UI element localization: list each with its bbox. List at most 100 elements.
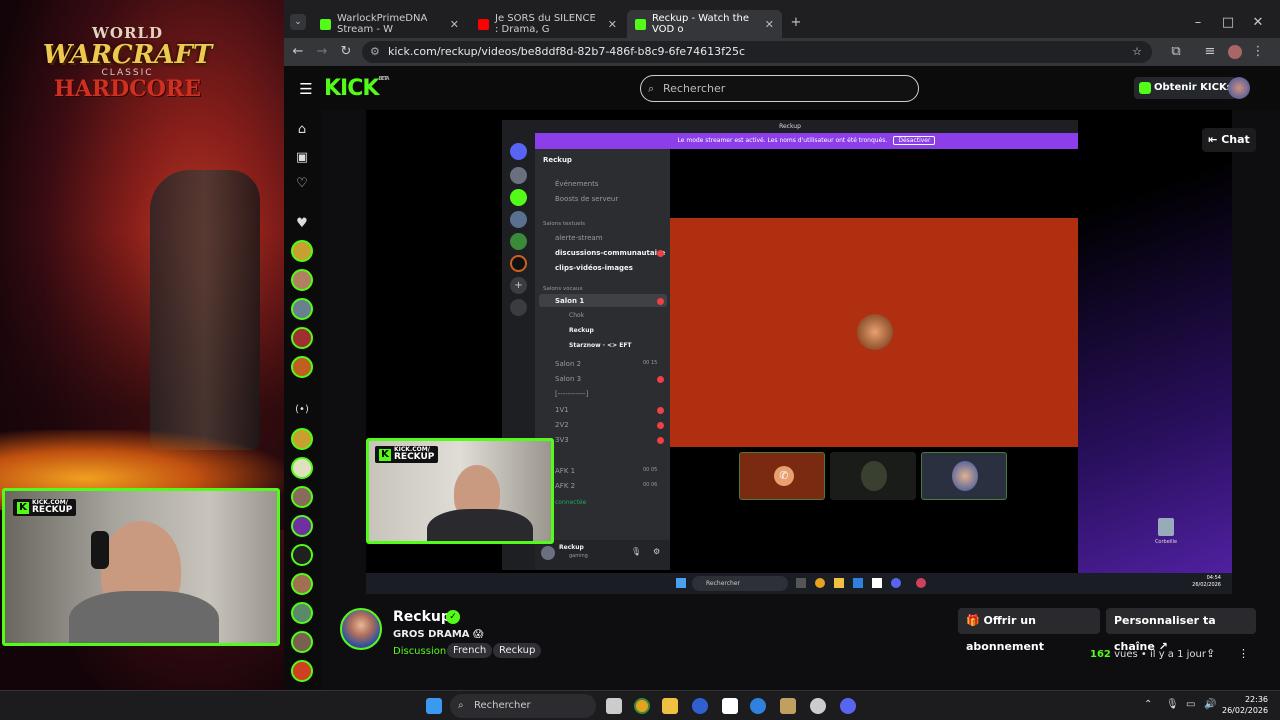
boosts-item[interactable]: Boosts de serveur bbox=[555, 195, 618, 203]
channel-name[interactable]: Reckup bbox=[393, 609, 451, 625]
text-channel-item[interactable]: clips-vidéos-images bbox=[555, 264, 633, 272]
app-icon[interactable] bbox=[692, 698, 708, 714]
recommended-channel-avatar[interactable] bbox=[291, 515, 313, 537]
add-server-icon[interactable]: + bbox=[510, 277, 527, 294]
disable-streamer-mode-button[interactable]: Désactiver bbox=[893, 136, 936, 145]
maximize-button[interactable]: □ bbox=[1220, 15, 1236, 30]
recommended-channel-avatar[interactable] bbox=[291, 544, 313, 566]
close-window-button[interactable]: ✕ bbox=[1250, 15, 1266, 30]
start-icon[interactable] bbox=[426, 698, 442, 714]
server-name[interactable]: Reckup bbox=[543, 156, 572, 164]
taskbar-clock[interactable]: 22:36 26/02/2026 bbox=[1222, 694, 1268, 716]
show-hidden-icons-chevron[interactable]: ⌃ bbox=[1144, 699, 1152, 710]
events-item[interactable]: Événements bbox=[555, 180, 599, 188]
text-channel-item[interactable]: discussions-communautaire bbox=[555, 249, 665, 257]
app-icon[interactable] bbox=[810, 698, 826, 714]
voice-channel-item[interactable]: Salon 3 bbox=[555, 375, 581, 383]
tab-warlockprime[interactable]: WarlockPrimeDNA Stream - W ✕ bbox=[312, 10, 467, 38]
followed-channel-avatar[interactable] bbox=[291, 327, 313, 349]
voice-channel-item[interactable]: 1V1 bbox=[555, 406, 569, 414]
recommended-channel-avatar[interactable] bbox=[291, 660, 313, 682]
channel-avatar[interactable] bbox=[340, 608, 382, 650]
site-info-icon[interactable]: ⚙ bbox=[370, 41, 380, 63]
discord-home-icon[interactable] bbox=[510, 143, 527, 160]
server-icon[interactable] bbox=[510, 211, 527, 228]
participant-tile[interactable] bbox=[830, 452, 916, 500]
voice-member[interactable]: Reckup bbox=[569, 327, 594, 334]
server-icon[interactable] bbox=[510, 255, 527, 272]
search-input[interactable]: ⌕ Rechercher bbox=[640, 75, 919, 102]
recommended-channel-avatar[interactable] bbox=[291, 602, 313, 624]
tab-youtube[interactable]: Je SORS du SILENCE : Drama, G ✕ bbox=[470, 10, 625, 38]
recommended-channel-avatar[interactable] bbox=[291, 573, 313, 595]
app-icon[interactable] bbox=[750, 698, 766, 714]
tab-reckup-vod[interactable]: Reckup - Watch the VOD o ✕ bbox=[627, 10, 782, 38]
voice-channels-category[interactable]: Salons vocaux bbox=[543, 286, 583, 292]
minimize-button[interactable]: – bbox=[1190, 15, 1206, 30]
recommended-channel-avatar[interactable] bbox=[291, 631, 313, 653]
extensions-icon[interactable]: ⧉ bbox=[1168, 44, 1184, 59]
forward-icon[interactable]: → bbox=[314, 44, 330, 59]
network-icon[interactable]: ▭ bbox=[1186, 699, 1195, 710]
voice-channel-item[interactable]: 3V3 bbox=[555, 436, 569, 444]
bookmark-star-icon[interactable]: ☆ bbox=[1132, 41, 1142, 63]
reload-icon[interactable]: ↻ bbox=[338, 44, 354, 59]
stream-tag[interactable]: Reckup bbox=[493, 643, 542, 658]
settings-gear-icon[interactable]: ⚙ bbox=[653, 547, 660, 556]
close-tab-icon[interactable]: ✕ bbox=[450, 18, 459, 31]
recommended-channel-avatar[interactable] bbox=[291, 428, 313, 450]
more-options-icon[interactable]: ⋮ bbox=[1238, 647, 1249, 660]
voice-channel-item[interactable]: AFK 2 bbox=[555, 482, 575, 490]
followed-channel-avatar[interactable] bbox=[291, 240, 313, 262]
chat-toggle-button[interactable]: ⇤ Chat bbox=[1202, 128, 1256, 152]
task-view-icon[interactable] bbox=[606, 698, 622, 714]
tab-search-button[interactable]: ⌄ bbox=[290, 14, 306, 30]
followed-channel-avatar[interactable] bbox=[291, 356, 313, 378]
browse-icon[interactable]: ▣ bbox=[292, 150, 312, 165]
back-icon[interactable]: ← bbox=[290, 44, 306, 59]
voice-channel-item[interactable]: AFK 1 bbox=[555, 467, 575, 475]
chrome-icon[interactable] bbox=[634, 698, 650, 714]
voice-channel-item[interactable]: 2V2 bbox=[555, 421, 569, 429]
voice-channel-item[interactable]: [-----------] bbox=[555, 390, 588, 398]
customize-channel-button[interactable]: Personnaliser ta chaîne ↗ bbox=[1106, 608, 1256, 653]
close-tab-icon[interactable]: ✕ bbox=[765, 18, 774, 31]
text-channels-category[interactable]: Salons textuels bbox=[543, 221, 585, 227]
microphone-icon[interactable]: 🎙 bbox=[1166, 699, 1179, 710]
server-icon[interactable] bbox=[510, 233, 527, 250]
wow-icon[interactable] bbox=[780, 698, 796, 714]
profile-avatar[interactable] bbox=[1228, 45, 1242, 59]
gift-subscription-button[interactable]: 🎁 Offrir un abonnement bbox=[958, 608, 1100, 653]
volume-icon[interactable]: 🔊 bbox=[1204, 699, 1216, 710]
new-tab-button[interactable]: + bbox=[788, 15, 804, 30]
recommended-channel-avatar[interactable] bbox=[291, 486, 313, 508]
discord-icon[interactable] bbox=[840, 698, 856, 714]
get-kicks-button[interactable]: Obtenir KICKs bbox=[1134, 77, 1236, 99]
server-icon[interactable] bbox=[510, 189, 527, 206]
text-channel-item[interactable]: alerte-stream bbox=[555, 234, 603, 242]
discover-icon[interactable] bbox=[510, 299, 527, 316]
user-avatar[interactable] bbox=[1228, 77, 1250, 99]
hamburger-menu-icon[interactable]: ☰ bbox=[298, 80, 314, 98]
voice-member[interactable]: Chok bbox=[569, 312, 584, 319]
vod-player[interactable]: Reckup Le mode streamer est activé. Les … bbox=[366, 110, 1232, 594]
followed-channel-avatar[interactable] bbox=[291, 269, 313, 291]
voice-member[interactable]: Starznow · <> EFT bbox=[569, 342, 632, 349]
stream-tag[interactable]: French bbox=[447, 643, 493, 658]
share-icon[interactable]: ⇪ bbox=[1206, 647, 1215, 660]
voice-channel-item[interactable]: Salon 1 bbox=[555, 297, 584, 305]
server-icon[interactable] bbox=[510, 167, 527, 184]
taskbar-search[interactable]: ⌕ Rechercher bbox=[450, 694, 596, 718]
participant-tile[interactable] bbox=[921, 452, 1007, 500]
file-explorer-icon[interactable] bbox=[662, 698, 678, 714]
media-control-icon[interactable]: ≡ bbox=[1202, 44, 1218, 59]
voice-channel-item[interactable]: Salon 2 bbox=[555, 360, 581, 368]
close-tab-icon[interactable]: ✕ bbox=[608, 18, 617, 31]
mic-icon[interactable]: 🎙 bbox=[631, 547, 641, 556]
following-heart-icon[interactable]: ♡ bbox=[292, 176, 312, 191]
home-icon[interactable]: ⌂ bbox=[292, 122, 312, 137]
followed-channel-avatar[interactable] bbox=[291, 298, 313, 320]
kick-logo[interactable]: KICKBETA bbox=[324, 76, 390, 101]
recommended-channel-avatar[interactable] bbox=[291, 457, 313, 479]
user-avatar[interactable] bbox=[541, 546, 555, 560]
